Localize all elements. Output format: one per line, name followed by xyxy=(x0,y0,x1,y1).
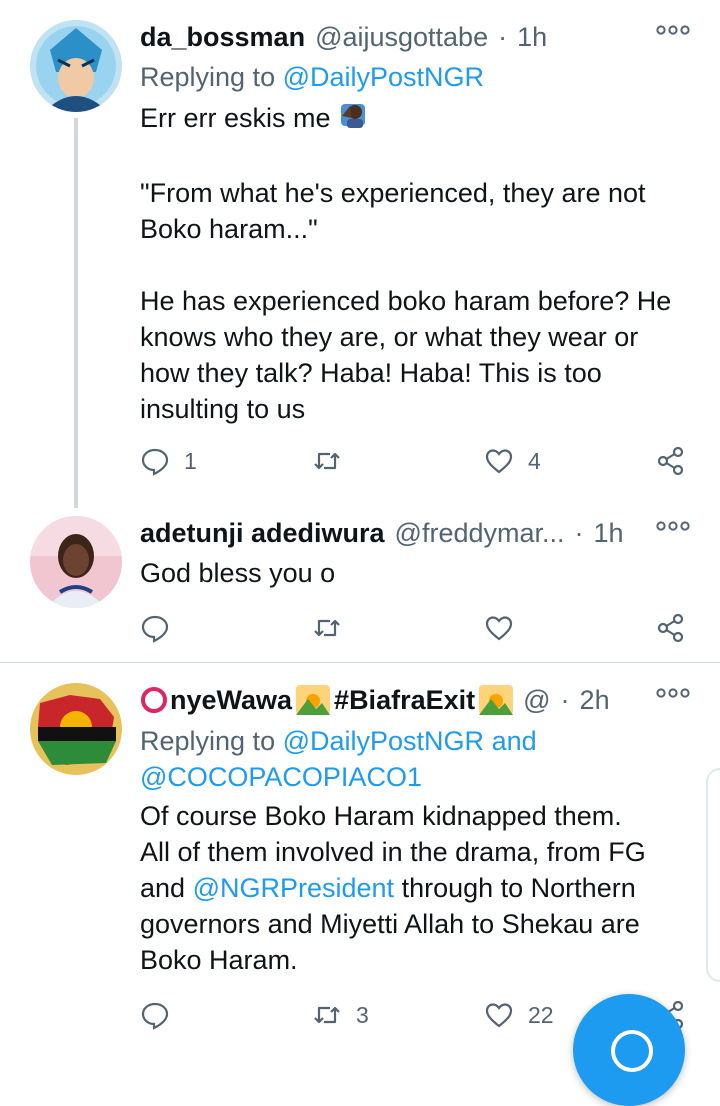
share-icon xyxy=(657,613,684,643)
retweet-icon xyxy=(314,452,340,470)
reply-and-text: and xyxy=(491,726,537,756)
share-button[interactable] xyxy=(656,608,686,648)
avatar-da-bossman[interactable] xyxy=(30,20,122,112)
tweet-text-line: All of them involved in the drama, from … xyxy=(140,837,646,867)
reply-button[interactable]: 1 xyxy=(140,441,197,481)
sunrise-over-mountains-icon xyxy=(479,685,514,715)
avatar-adetunji[interactable] xyxy=(30,516,122,608)
user-handle[interactable]: @freddymar... xyxy=(395,518,565,549)
replying-to: Replying to @DailyPostNGR xyxy=(140,59,690,95)
share-icon xyxy=(657,446,684,476)
reply-mention-link[interactable]: @DailyPostNGR xyxy=(283,62,484,92)
reply-button[interactable] xyxy=(140,608,184,648)
like-count: 4 xyxy=(528,447,541,474)
timestamp[interactable]: 1h xyxy=(517,22,547,53)
mention-link[interactable]: @NGRPresident xyxy=(193,873,394,903)
tweet-2[interactable]: adetunji adediwura @freddymar... · 1h Go… xyxy=(0,510,720,662)
more-dots-icon[interactable] xyxy=(656,20,690,46)
like-icon xyxy=(485,616,513,641)
separator-dot: · xyxy=(560,684,570,715)
tweet-text-line: He has experienced boko haram before? He xyxy=(140,286,672,317)
timestamp[interactable]: 2h xyxy=(580,685,610,716)
tweet-text-line: Boko haram..." xyxy=(140,214,318,245)
retweet-count: 3 xyxy=(356,1001,369,1028)
user-handle[interactable]: @ xyxy=(523,685,550,716)
like-icon xyxy=(485,1003,513,1028)
tweet-text-line: governors and Miyetti Allah to Shekau ar… xyxy=(140,909,640,939)
red-circle-icon xyxy=(141,687,167,713)
reply-icon xyxy=(141,448,169,476)
tweet-text-line: "From what he's experienced, they are no… xyxy=(140,178,646,209)
retweet-button[interactable] xyxy=(312,441,356,481)
separator-dot: · xyxy=(498,21,508,52)
reply-count: 1 xyxy=(184,447,197,474)
tweet-text-line: how they talk? Haba! Haba! This is too xyxy=(140,358,602,389)
user-handle[interactable]: @aijusgottabe xyxy=(315,22,488,53)
reply-button[interactable] xyxy=(140,995,184,1035)
reply-mention-link[interactable]: @DailyPostNGR xyxy=(283,726,484,756)
like-icon xyxy=(485,449,513,474)
replying-to-label: Replying to xyxy=(140,726,276,756)
more-dots-icon[interactable] xyxy=(656,683,690,709)
compose-button[interactable] xyxy=(573,994,685,1106)
like-count: 22 xyxy=(528,1001,554,1028)
tweet-text-fragment: through to Northern xyxy=(401,873,636,903)
tweet-header: nyeWawa #BiafraExit @ · 2h xyxy=(140,683,690,717)
like-button[interactable] xyxy=(484,608,528,648)
share-button[interactable] xyxy=(656,441,686,481)
separator-dot: · xyxy=(574,517,584,548)
tweet-text-line: Boko Haram. xyxy=(140,945,298,975)
tweet-text: God bless you o xyxy=(140,558,336,588)
tweet-actions: 1 4 xyxy=(140,441,700,481)
tweet-text: Err err eskis me "From what he's experie… xyxy=(140,100,700,427)
thread-line xyxy=(74,118,78,508)
tweet-actions xyxy=(140,608,700,648)
retweet-button[interactable] xyxy=(312,608,356,648)
tweet-text-fragment: and xyxy=(140,873,186,903)
side-panel-edge xyxy=(706,768,720,982)
tweet-header: adetunji adediwura @freddymar... · 1h xyxy=(140,516,690,550)
like-button[interactable]: 22 xyxy=(484,995,554,1035)
tweet-text: Of course Boko Haram kidnapped them. All… xyxy=(140,798,700,978)
sunrise-over-mountains-icon xyxy=(296,685,331,715)
replying-to-label: Replying to xyxy=(140,62,276,92)
timestamp[interactable]: 1h xyxy=(594,518,624,549)
facepalm-emoji-icon xyxy=(338,100,368,139)
tweet-text-line: and @NGRPresident through to Northern xyxy=(140,870,700,906)
retweet-icon xyxy=(314,619,340,637)
reply-icon xyxy=(141,1002,169,1030)
compose-icon xyxy=(611,1030,653,1072)
tweet-text-line: insulting to us xyxy=(140,394,306,425)
display-name[interactable]: adetunji adediwura xyxy=(140,518,385,549)
reply-icon xyxy=(141,615,169,643)
tweet-text-line: knows who they are, or what they wear or xyxy=(140,322,639,353)
display-name[interactable]: da_bossman xyxy=(140,22,305,53)
retweet-button[interactable]: 3 xyxy=(312,995,369,1035)
display-name[interactable]: nyeWawa #BiafraExit xyxy=(140,684,514,716)
display-name-text: nyeWawa xyxy=(170,684,293,715)
reply-mention-link[interactable]: @COCOPACOPIACO1 xyxy=(140,759,690,795)
retweet-icon xyxy=(314,1006,340,1024)
display-name-hashtag: #BiafraExit xyxy=(334,684,476,715)
tweet-1[interactable]: da_bossman @aijusgottabe · 1h Replying t… xyxy=(0,0,720,510)
like-button[interactable]: 4 xyxy=(484,441,541,481)
tweet-header: da_bossman @aijusgottabe · 1h xyxy=(140,20,690,54)
tweet-text-line: Of course Boko Haram kidnapped them. xyxy=(140,801,622,831)
replying-to: Replying to @DailyPostNGR and @COCOPACOP… xyxy=(140,723,690,795)
more-dots-icon[interactable] xyxy=(656,516,690,542)
avatar-onyewawa[interactable] xyxy=(30,683,122,775)
tweet-text-line: Err err eskis me xyxy=(140,103,331,133)
